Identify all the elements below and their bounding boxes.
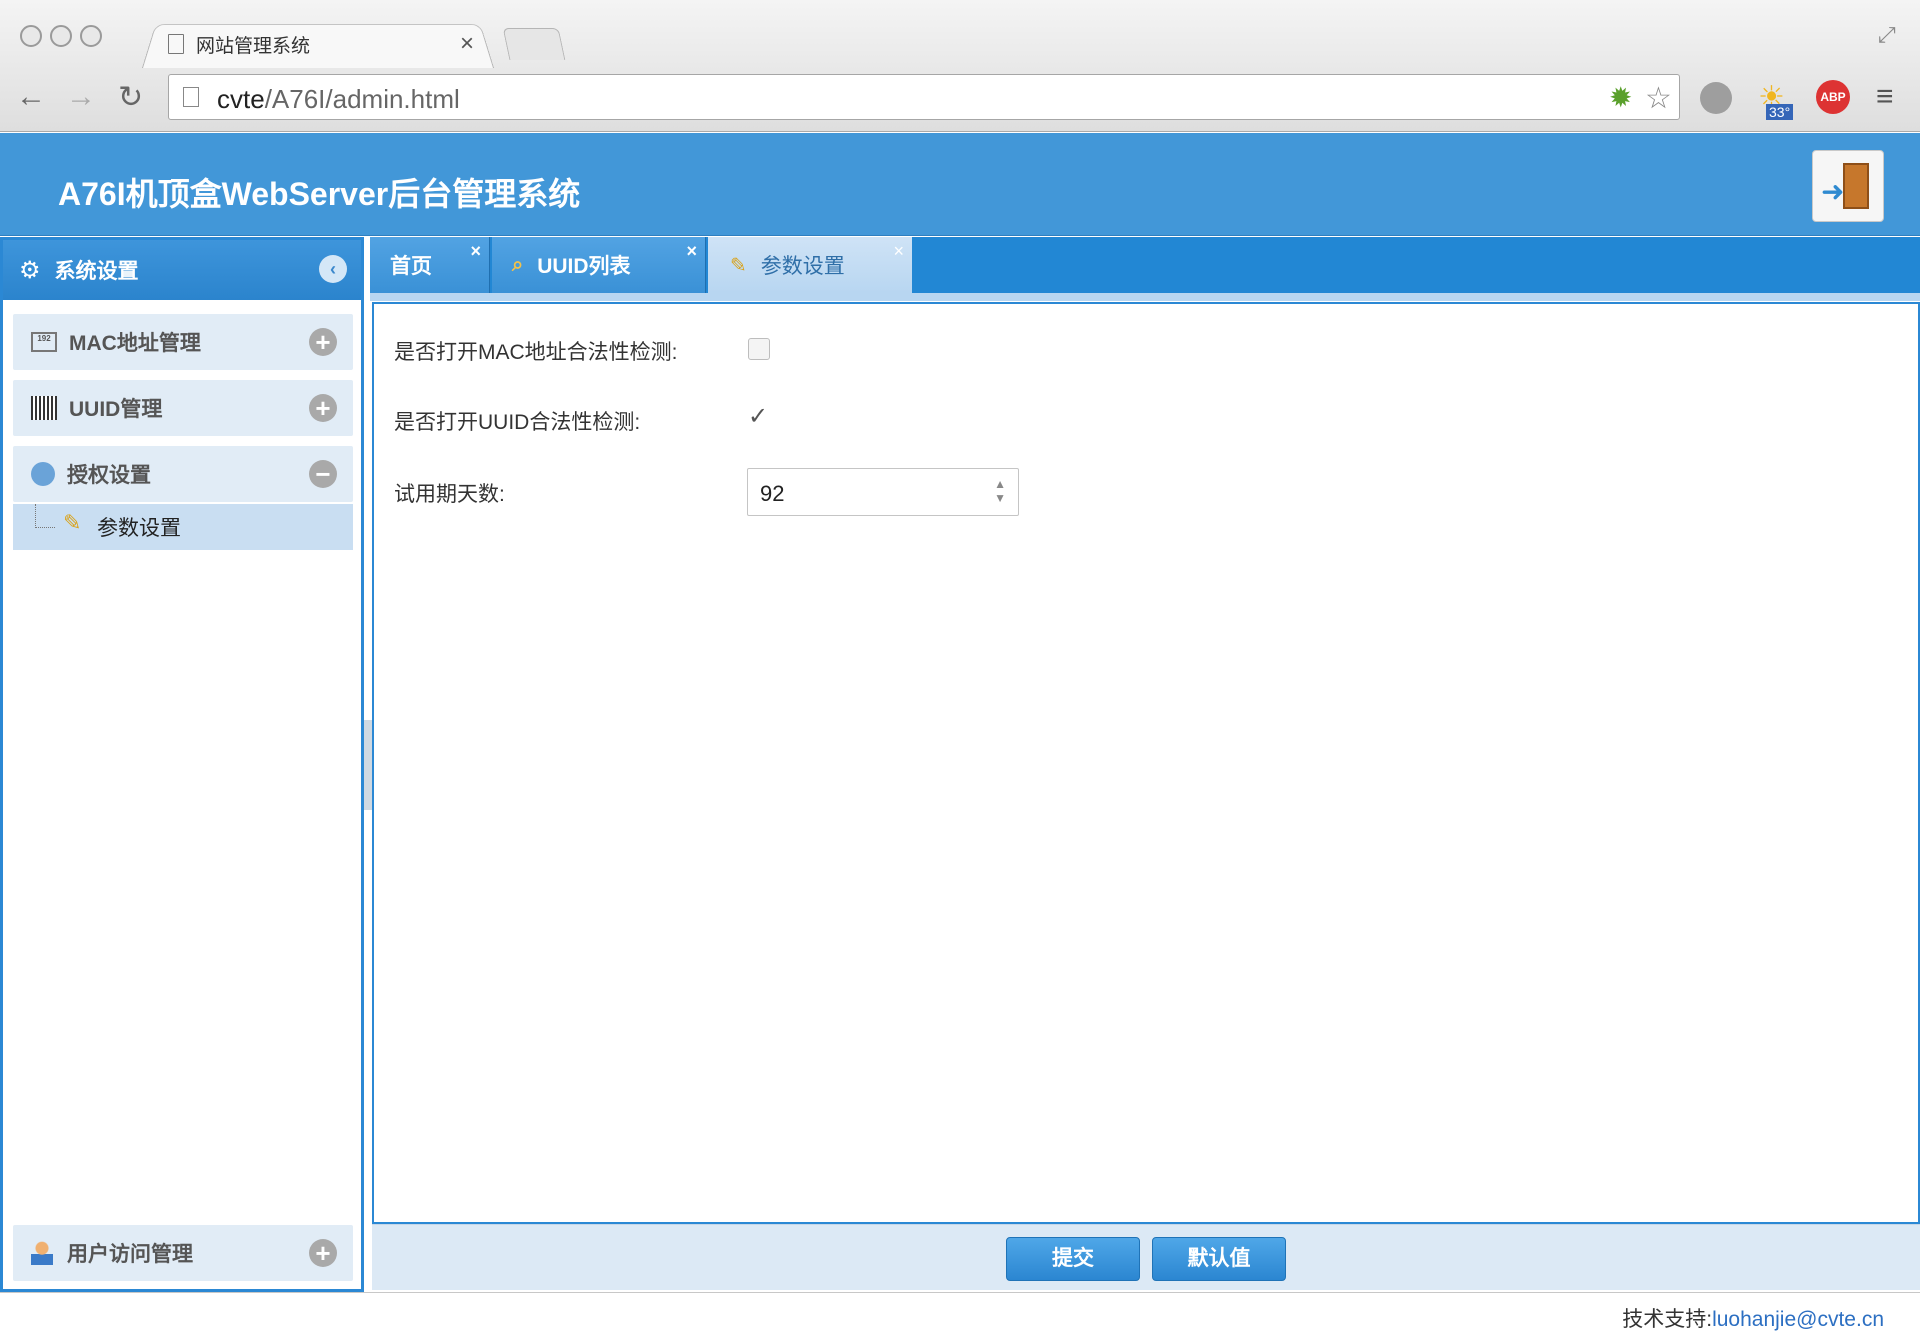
sidebar-group-label: UUID管理 bbox=[69, 398, 163, 421]
tab-close-icon[interactable]: × bbox=[460, 30, 474, 58]
close-icon[interactable]: × bbox=[686, 241, 697, 262]
mac-check-checkbox[interactable] bbox=[748, 338, 770, 360]
gear-icon: ⚙ bbox=[19, 256, 41, 284]
action-bar: 提交 默认值 bbox=[372, 1224, 1920, 1290]
trial-days-value: 92 bbox=[760, 481, 785, 506]
default-button[interactable]: 默认值 bbox=[1152, 1237, 1286, 1281]
door-icon bbox=[1843, 163, 1869, 209]
tab-params[interactable]: ✎ 参数设置 × bbox=[708, 237, 912, 293]
url-text: cvte/A76I/admin.html bbox=[217, 84, 460, 115]
sidebar-group-label: 授权设置 bbox=[67, 464, 151, 487]
main-tabbar: 首页 × ⌕ UUID列表 × ✎ 参数设置 × bbox=[370, 237, 1920, 293]
close-icon[interactable]: × bbox=[470, 241, 481, 262]
support-prefix: 技术支持: bbox=[1622, 1308, 1713, 1331]
sidebar-group-label: MAC地址管理 bbox=[69, 332, 201, 355]
tab-label: UUID列表 bbox=[537, 255, 631, 278]
browser-chrome: 网站管理系统 × ← → ↻ cvte/A76I/admin.html ✹ ☆ … bbox=[0, 0, 1920, 132]
support-email-link[interactable]: luohanjie@cvte.cn bbox=[1712, 1308, 1884, 1331]
plus-icon[interactable]: + bbox=[309, 1239, 337, 1267]
sidebar-group-mac[interactable]: 192 MAC地址管理 + bbox=[13, 314, 353, 370]
tabbar-underline bbox=[370, 293, 1920, 301]
wrench-icon: ✎ bbox=[730, 254, 747, 277]
tab-home[interactable]: 首页 × bbox=[370, 237, 490, 293]
status-bar: 技术支持:luohanjie@cvte.cn bbox=[0, 1292, 1920, 1334]
zoom-window-icon[interactable] bbox=[80, 25, 102, 47]
sidebar-group-user-access[interactable]: 用户访问管理 + bbox=[13, 1225, 353, 1281]
sidebar: ⚙ 系统设置 ‹ 192 MAC地址管理 + UUID管理 + 授权设置 − ✎… bbox=[0, 237, 364, 1292]
support-text: 技术支持:luohanjie@cvte.cn bbox=[1622, 1303, 1884, 1333]
globe-icon[interactable] bbox=[1700, 82, 1732, 114]
globe-key-icon bbox=[31, 462, 55, 486]
app-header: A76I机顶盒WebServer后台管理系统 bbox=[0, 133, 1920, 236]
close-icon[interactable]: × bbox=[893, 241, 904, 262]
weather-temp: 33° bbox=[1766, 104, 1794, 120]
app-title: A76I机顶盒WebServer后台管理系统 bbox=[58, 176, 581, 212]
sidebar-item-label: 参数设置 bbox=[97, 517, 181, 540]
plus-icon[interactable]: + bbox=[309, 394, 337, 422]
tab-label: 参数设置 bbox=[760, 255, 845, 278]
address-bar[interactable]: cvte/A76I/admin.html ✹ ☆ bbox=[168, 74, 1680, 120]
arrow-right-icon: ➜ bbox=[1821, 176, 1845, 207]
plus-icon[interactable]: + bbox=[309, 328, 337, 356]
tab-uuid-list[interactable]: ⌕ UUID列表 × bbox=[492, 237, 706, 293]
fullscreen-icon[interactable]: ⤢ bbox=[1878, 22, 1896, 48]
sidebar-item-params[interactable]: ✎ 参数设置 bbox=[13, 504, 353, 550]
page-icon bbox=[168, 34, 184, 54]
trial-days-label: 试用期天数: bbox=[394, 483, 505, 506]
splitter-handle[interactable] bbox=[364, 720, 372, 810]
page-icon bbox=[183, 87, 199, 107]
sidebar-group-label: 用户访问管理 bbox=[67, 1243, 193, 1266]
reload-icon[interactable]: ↻ bbox=[118, 80, 143, 115]
sidebar-title: 系统设置 bbox=[54, 260, 139, 283]
bug-extension-icon[interactable]: ✹ bbox=[1609, 81, 1632, 114]
close-window-icon[interactable] bbox=[20, 25, 42, 47]
stepper-icon[interactable]: ▲ ▼ bbox=[994, 477, 1006, 505]
network-card-icon: 192 bbox=[31, 332, 57, 352]
browser-tab-content[interactable]: 网站管理系统 bbox=[160, 20, 490, 68]
back-icon[interactable]: ← bbox=[16, 80, 46, 114]
chevron-left-icon[interactable]: ‹ bbox=[319, 255, 347, 283]
sidebar-group-auth[interactable]: 授权设置 − bbox=[13, 446, 353, 502]
wrench-icon: ✎ bbox=[63, 510, 82, 535]
logout-button[interactable]: ➜ bbox=[1812, 150, 1884, 222]
user-icon bbox=[31, 1241, 53, 1265]
uuid-check-checkbox[interactable]: ✓ bbox=[748, 402, 768, 431]
tree-connector bbox=[35, 504, 55, 528]
sidebar-header: ⚙ 系统设置 ‹ bbox=[3, 240, 361, 300]
trial-days-input[interactable]: 92 ▲ ▼ bbox=[747, 468, 1019, 516]
minus-icon[interactable]: − bbox=[309, 460, 337, 488]
minimize-window-icon[interactable] bbox=[50, 25, 72, 47]
tab-label: 首页 bbox=[390, 255, 432, 278]
browser-tab-title: 网站管理系统 bbox=[196, 35, 311, 57]
menu-icon[interactable]: ≡ bbox=[1876, 80, 1894, 114]
mac-check-label: 是否打开MAC地址合法性检测: bbox=[394, 341, 678, 364]
url-host: cvte bbox=[217, 84, 265, 114]
forward-icon[interactable]: → bbox=[66, 80, 96, 114]
barcode-icon bbox=[31, 396, 57, 420]
adblock-icon[interactable]: ABP bbox=[1816, 80, 1850, 114]
uuid-check-label: 是否打开UUID合法性检测: bbox=[394, 411, 641, 434]
sidebar-group-uuid[interactable]: UUID管理 + bbox=[13, 380, 353, 436]
search-doc-icon: ⌕ bbox=[512, 253, 524, 276]
star-icon[interactable]: ☆ bbox=[1645, 81, 1672, 116]
url-path: /A76I/admin.html bbox=[264, 84, 460, 114]
submit-button[interactable]: 提交 bbox=[1006, 1237, 1140, 1281]
new-tab-button[interactable] bbox=[502, 28, 566, 60]
settings-panel: 是否打开MAC地址合法性检测: 是否打开UUID合法性检测: ✓ 试用期天数: … bbox=[372, 302, 1920, 1224]
